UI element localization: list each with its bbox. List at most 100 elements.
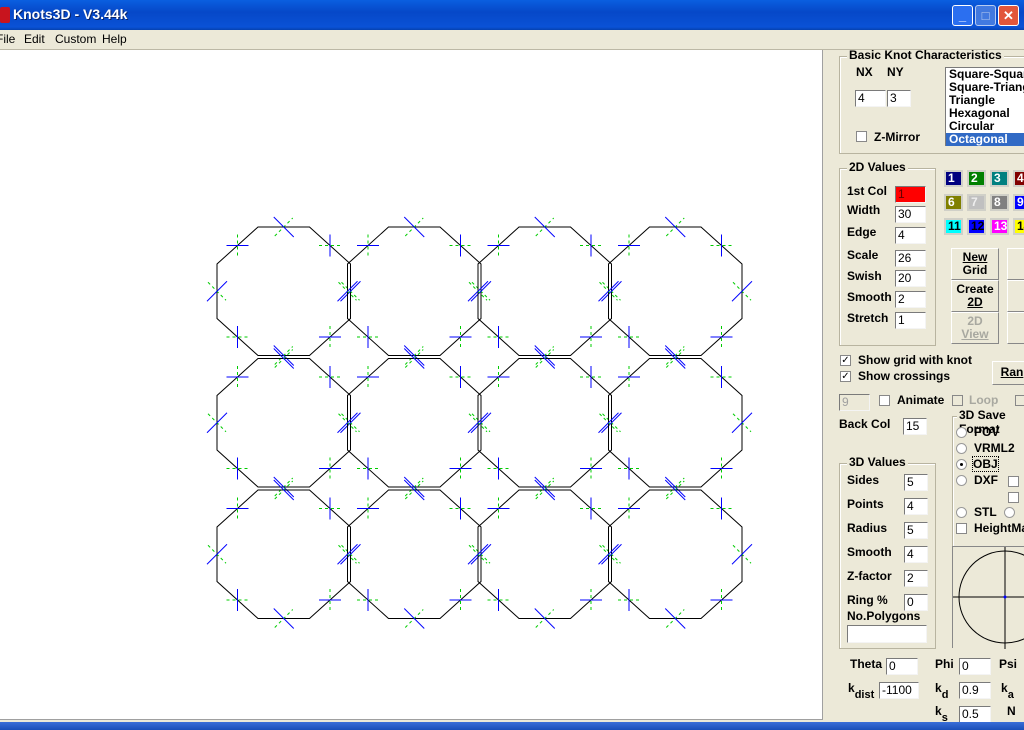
- create-2d-button[interactable]: Create 2D: [951, 280, 999, 312]
- color-swatch-4[interactable]: 4: [1013, 170, 1024, 187]
- color-swatch-3[interactable]: 3: [990, 170, 1009, 187]
- back-col-label: Back Col: [839, 417, 891, 431]
- radio-obj-label: OBJ: [972, 456, 999, 472]
- new-grid-label-line2: Grid: [962, 263, 988, 277]
- radio-obj[interactable]: [956, 459, 967, 470]
- radio-vrml2[interactable]: [956, 443, 967, 454]
- menu-bar: File Edit Custom Help: [0, 30, 1024, 50]
- radio-pov[interactable]: [956, 427, 967, 438]
- smooth-2d-input[interactable]: 2: [895, 291, 926, 308]
- loop-label: Loop: [969, 393, 999, 407]
- animate-label: Animate: [897, 393, 945, 407]
- ka-label-sub: a: [1007, 689, 1014, 701]
- color-swatch-9[interactable]: 9: [1013, 194, 1024, 211]
- next-button-3[interactable]: [1007, 312, 1024, 344]
- ny-input[interactable]: 3: [887, 90, 911, 107]
- kdist-label: kdist: [848, 681, 874, 701]
- color-swatch-14[interactable]: 14: [1013, 218, 1024, 235]
- frames-input[interactable]: 9: [839, 394, 870, 411]
- grid-type-list[interactable]: Square-Square Square-Triangle Triangle H…: [945, 67, 1024, 146]
- close-button[interactable]: ✕: [998, 5, 1019, 26]
- smooth-3d-input[interactable]: 4: [904, 546, 928, 563]
- ka-label-k: k: [1001, 681, 1008, 695]
- radio-stl-option[interactable]: [1004, 507, 1015, 518]
- color-swatch-8[interactable]: 8: [990, 194, 1009, 211]
- next-button-2[interactable]: [1007, 280, 1024, 312]
- points-input[interactable]: 4: [904, 498, 928, 515]
- menu-help[interactable]: Help: [102, 32, 127, 46]
- menu-file[interactable]: File: [0, 32, 15, 46]
- color-swatch-1[interactable]: 1: [944, 170, 963, 187]
- grid-type-option-selected[interactable]: Octagonal: [946, 133, 1024, 146]
- next-button-1[interactable]: [1007, 248, 1024, 280]
- view-2d-label-line2: View: [961, 327, 989, 341]
- first-col-input[interactable]: 1: [895, 186, 926, 203]
- kd-input[interactable]: 0.9: [959, 682, 991, 699]
- zmirror-label: Z-Mirror: [874, 130, 920, 144]
- zmirror-checkbox[interactable]: [856, 131, 867, 142]
- ks-label-k: k: [935, 704, 942, 718]
- zfactor-input[interactable]: 2: [904, 570, 928, 587]
- create-2d-label-line2: 2D: [967, 295, 983, 309]
- menu-custom[interactable]: Custom: [55, 32, 96, 46]
- orientation-widget[interactable]: [952, 546, 1024, 649]
- first-col-label: 1st Col: [847, 184, 888, 198]
- nx-input[interactable]: 4: [855, 90, 886, 107]
- orientation-center-dot: [1003, 595, 1007, 599]
- radio-dxf-label: DXF: [974, 473, 998, 487]
- loop-checkbox[interactable]: [952, 395, 963, 406]
- kdist-label-k: k: [848, 681, 855, 695]
- smooth-3d-label: Smooth: [847, 545, 892, 559]
- kdist-input[interactable]: -1100: [879, 682, 919, 699]
- animate-checkbox[interactable]: [879, 395, 890, 406]
- radio-stl[interactable]: [956, 507, 967, 518]
- color-swatch-13[interactable]: 13: [990, 218, 1009, 235]
- scale-input[interactable]: 26: [895, 250, 926, 267]
- kd-label: kd: [935, 681, 948, 701]
- menu-edit[interactable]: Edit: [24, 32, 45, 46]
- psi-label: Psi: [999, 657, 1018, 671]
- orientation-sphere: [953, 547, 1024, 649]
- sides-input[interactable]: 5: [904, 474, 928, 491]
- nx-label: NX: [856, 65, 873, 79]
- polygons-output: [847, 625, 927, 643]
- stretch-input[interactable]: 1: [895, 312, 926, 329]
- show-grid-checkbox[interactable]: ✓: [840, 355, 851, 366]
- color-swatch-7[interactable]: 7: [967, 194, 986, 211]
- title-bar: Knots3D - V3.44k _ □ ✕: [0, 0, 1024, 30]
- edge-input[interactable]: 4: [895, 227, 926, 244]
- extra-checkbox[interactable]: [1015, 395, 1024, 406]
- radio-dxf[interactable]: [956, 475, 967, 486]
- radius-input[interactable]: 5: [904, 522, 928, 539]
- phi-input[interactable]: 0: [959, 658, 991, 675]
- close-icon: ✕: [1003, 8, 1014, 23]
- edge-label: Edge: [847, 225, 877, 239]
- random-button[interactable]: Ran: [992, 361, 1024, 385]
- dxf-option-checkbox-1[interactable]: [1008, 476, 1019, 487]
- ring-label: Ring %: [847, 593, 888, 607]
- back-col-input[interactable]: 15: [903, 418, 927, 435]
- color-swatch-12[interactable]: 12: [967, 218, 986, 235]
- phi-label: Phi: [935, 657, 954, 671]
- color-swatch-6[interactable]: 6: [944, 194, 963, 211]
- window-bottom-border: [0, 722, 1024, 730]
- heightmap-checkbox[interactable]: [956, 523, 967, 534]
- show-crossings-checkbox[interactable]: ✓: [840, 371, 851, 382]
- smooth-2d-label: Smooth: [847, 290, 892, 304]
- ny-label: NY: [887, 65, 904, 79]
- new-grid-button[interactable]: New Grid: [951, 248, 999, 280]
- knot-canvas[interactable]: [0, 50, 823, 720]
- minimize-button[interactable]: _: [952, 5, 973, 26]
- dxf-option-checkbox-2[interactable]: [1008, 492, 1019, 503]
- theta-input[interactable]: 0: [886, 658, 918, 675]
- maximize-icon: □: [981, 8, 990, 23]
- swish-input[interactable]: 20: [895, 270, 926, 287]
- color-swatch-11[interactable]: 11: [944, 218, 963, 235]
- maximize-button[interactable]: □: [975, 5, 996, 26]
- width-input[interactable]: 30: [895, 206, 926, 223]
- basic-knot-group-label: Basic Knot Characteristics: [847, 50, 1004, 62]
- ks-input[interactable]: 0.5: [959, 706, 991, 722]
- view-2d-button[interactable]: 2D View: [951, 312, 999, 344]
- kdist-label-sub: dist: [854, 689, 875, 701]
- color-swatch-2[interactable]: 2: [967, 170, 986, 187]
